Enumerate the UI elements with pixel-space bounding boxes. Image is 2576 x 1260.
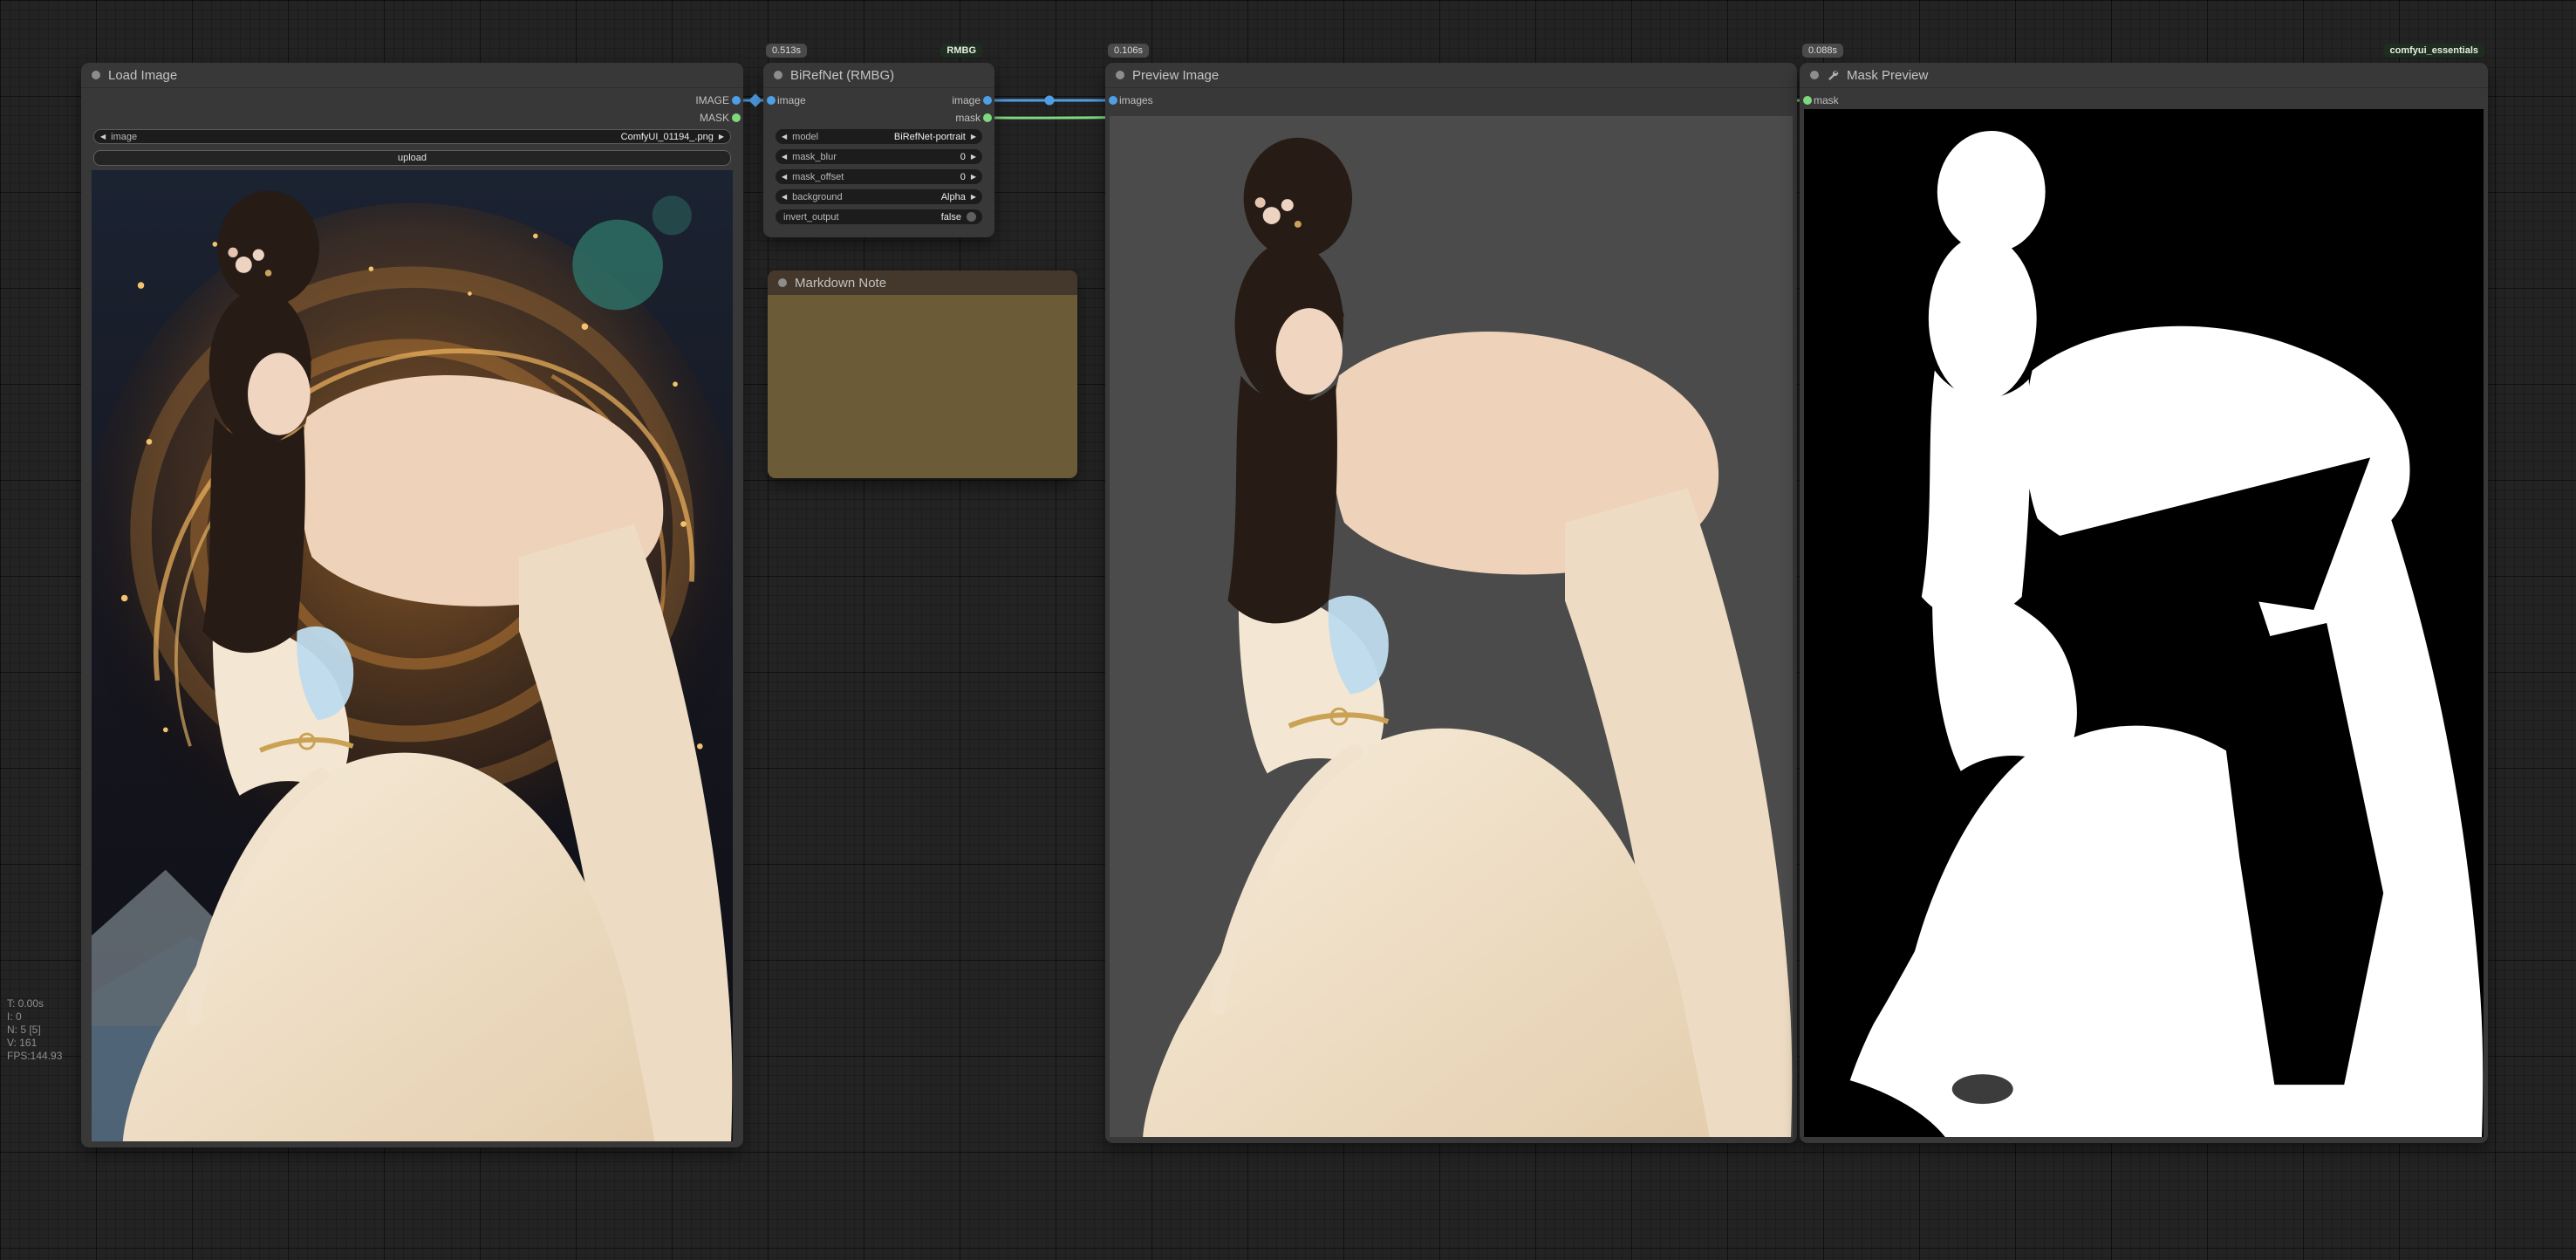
widget-label: mask_blur bbox=[792, 152, 837, 162]
preview-image-art bbox=[1110, 116, 1793, 1137]
input-label-image: image bbox=[777, 92, 806, 109]
output-slot-image[interactable] bbox=[983, 96, 992, 105]
widget-value: ComfyUI_01194_.png bbox=[621, 132, 714, 142]
node-header[interactable]: Preview Image bbox=[1105, 63, 1797, 88]
image-combo-widget[interactable]: ◀ image ComfyUI_01194_.png ▶ bbox=[93, 129, 731, 144]
widget-label: invert_output bbox=[783, 212, 839, 223]
collapse-dot-icon[interactable] bbox=[778, 278, 787, 287]
widget-value: false bbox=[941, 212, 961, 223]
output-slot-image[interactable] bbox=[732, 96, 741, 105]
node-pack-badge: comfyui_essentials bbox=[2384, 44, 2485, 58]
node-load-image[interactable]: Load Image IMAGE MASK ◀ image ComfyUI_01… bbox=[81, 63, 743, 1147]
arrow-left-icon[interactable]: ◀ bbox=[100, 129, 106, 144]
node-header[interactable]: BiRefNet (RMBG) bbox=[763, 63, 994, 88]
performance-stats: T: 0.00s I: 0 N: 5 [5] V: 161 FPS:144.93 bbox=[7, 997, 62, 1063]
input-label-mask: mask bbox=[1814, 92, 1839, 109]
output-label-image: IMAGE bbox=[695, 92, 729, 109]
mask-preview-output bbox=[1804, 109, 2484, 1137]
widget-label: model bbox=[792, 132, 818, 142]
node-header[interactable]: Markdown Note bbox=[768, 270, 1077, 295]
widget-mask-offset[interactable]: ◀ mask_offset 0 ▶ bbox=[776, 169, 982, 184]
stat-vertices: V: 161 bbox=[7, 1037, 62, 1050]
node-markdown-note[interactable]: Markdown Note bbox=[768, 270, 1077, 478]
node-graph-canvas[interactable]: Load Image IMAGE MASK ◀ image ComfyUI_01… bbox=[0, 0, 2576, 1260]
input-label-images: images bbox=[1119, 92, 1153, 109]
node-title: Preview Image bbox=[1132, 68, 1219, 83]
node-title: BiRefNet (RMBG) bbox=[790, 68, 894, 83]
arrow-left-icon[interactable]: ◀ bbox=[782, 149, 787, 164]
widget-value: 0 bbox=[960, 152, 966, 162]
output-label-image: image bbox=[952, 92, 981, 109]
widget-model[interactable]: ◀ model BiRefNet-portrait ▶ bbox=[776, 129, 982, 144]
output-label-mask: MASK bbox=[700, 109, 729, 127]
output-slot-mask[interactable] bbox=[732, 113, 741, 122]
widget-label: image bbox=[111, 132, 137, 142]
reroute-diamond-icon[interactable] bbox=[748, 93, 762, 107]
node-pack-badge: RMBG bbox=[940, 44, 982, 58]
node-title: Markdown Note bbox=[795, 276, 886, 291]
execution-time-badge: 0.088s bbox=[1802, 44, 1843, 58]
node-birefnet[interactable]: 0.513s RMBG BiRefNet (RMBG) image image … bbox=[763, 63, 994, 237]
mask-image-art bbox=[1804, 109, 2484, 1137]
widget-label: mask_offset bbox=[792, 172, 844, 182]
widget-background[interactable]: ◀ background Alpha ▶ bbox=[776, 189, 982, 204]
arrow-right-icon[interactable]: ▶ bbox=[719, 129, 724, 144]
upload-button[interactable]: upload bbox=[93, 150, 731, 166]
output-label-mask: mask bbox=[955, 109, 981, 127]
collapse-dot-icon[interactable] bbox=[92, 71, 100, 79]
node-title: Load Image bbox=[108, 68, 177, 83]
arrow-right-icon[interactable]: ▶ bbox=[971, 189, 976, 204]
wire-midpoint-dot[interactable] bbox=[1045, 96, 1055, 106]
collapse-dot-icon[interactable] bbox=[1116, 71, 1124, 79]
output-slot-mask[interactable] bbox=[983, 113, 992, 122]
wrench-icon bbox=[1827, 69, 1839, 81]
widget-label: background bbox=[792, 192, 843, 202]
collapse-dot-icon[interactable] bbox=[774, 71, 782, 79]
node-preview-image[interactable]: 0.106s Preview Image images bbox=[1105, 63, 1797, 1143]
widget-value: 0 bbox=[960, 172, 966, 182]
widget-mask-blur[interactable]: ◀ mask_blur 0 ▶ bbox=[776, 149, 982, 164]
collapse-dot-icon[interactable] bbox=[1810, 71, 1819, 79]
loaded-image-preview bbox=[92, 170, 733, 1141]
execution-time-badge: 0.106s bbox=[1108, 44, 1149, 58]
stat-time: T: 0.00s bbox=[7, 997, 62, 1010]
arrow-left-icon[interactable]: ◀ bbox=[782, 129, 787, 144]
arrow-right-icon[interactable]: ▶ bbox=[971, 149, 976, 164]
loaded-image-art bbox=[92, 170, 733, 1141]
input-slot-images[interactable] bbox=[1109, 96, 1117, 105]
execution-time-badge: 0.513s bbox=[766, 44, 807, 58]
widget-invert-output[interactable]: invert_output false bbox=[776, 209, 982, 224]
input-slot-mask[interactable] bbox=[1803, 96, 1812, 105]
arrow-left-icon[interactable]: ◀ bbox=[782, 169, 787, 184]
arrow-left-icon[interactable]: ◀ bbox=[782, 189, 787, 204]
note-body[interactable] bbox=[768, 297, 1077, 478]
node-mask-preview[interactable]: 0.088s comfyui_essentials Mask Preview m… bbox=[1800, 63, 2488, 1143]
stat-fps: FPS:144.93 bbox=[7, 1050, 62, 1063]
node-header[interactable]: Load Image bbox=[81, 63, 743, 88]
widget-value: BiRefNet-portrait bbox=[894, 132, 966, 142]
node-title: Mask Preview bbox=[1847, 68, 1928, 83]
stat-nodes: N: 5 [5] bbox=[7, 1024, 62, 1037]
stat-iterations: I: 0 bbox=[7, 1010, 62, 1024]
widget-value: Alpha bbox=[941, 192, 966, 202]
arrow-right-icon[interactable]: ▶ bbox=[971, 169, 976, 184]
node-header[interactable]: Mask Preview bbox=[1800, 63, 2488, 88]
preview-image-output bbox=[1110, 116, 1793, 1137]
toggle-knob-icon[interactable] bbox=[967, 212, 976, 222]
input-slot-image[interactable] bbox=[767, 96, 776, 105]
arrow-right-icon[interactable]: ▶ bbox=[971, 129, 976, 144]
